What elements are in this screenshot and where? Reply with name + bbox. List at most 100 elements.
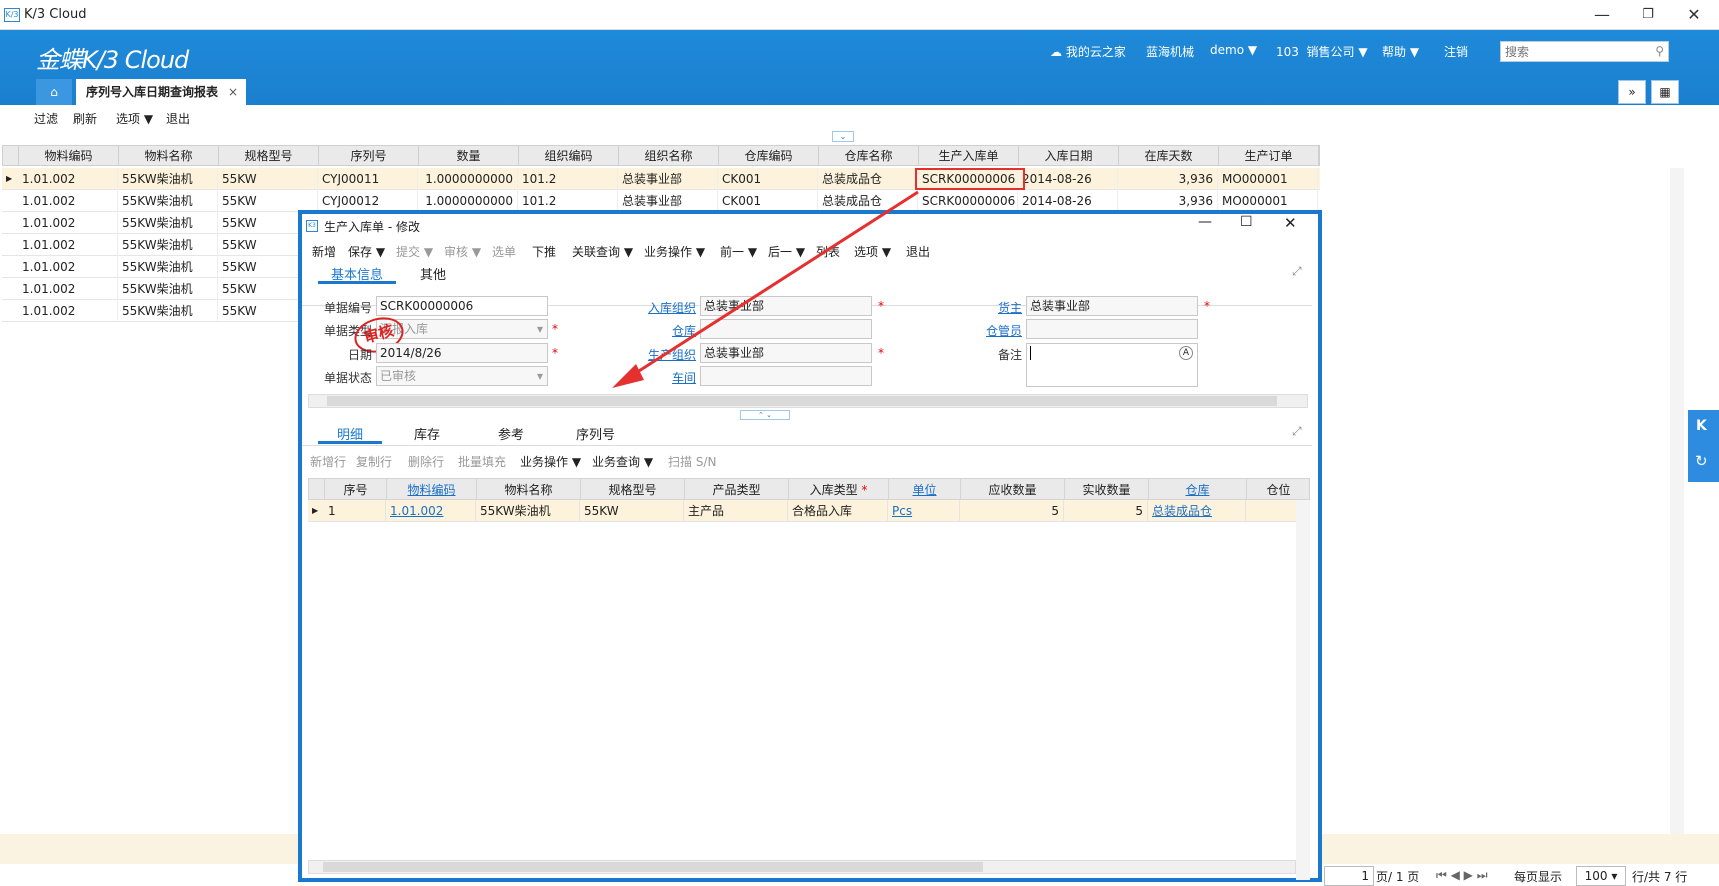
delete-row-button[interactable]: 删除行 (408, 453, 444, 470)
table-row[interactable]: ▶ 1 1.01.002 55KW柴油机 55KW 主产品 合格品入库 Pcs … (308, 500, 1296, 522)
workshop-field[interactable] (700, 366, 872, 386)
cell-material-code[interactable]: 1.01.002 (386, 500, 476, 521)
col-wh-name[interactable]: 仓库名称 (819, 146, 919, 166)
col-material-code[interactable]: 物料编码 (19, 146, 119, 166)
splitter-toggle-icon[interactable]: ⌃ ⌄ (740, 410, 790, 420)
bill-no-field[interactable]: SCRK00000006 (376, 296, 548, 316)
close-window-button[interactable]: ✕ (1670, 0, 1718, 30)
cell-warehouse[interactable]: 总装成品仓 (1148, 500, 1246, 521)
help-menu[interactable]: 帮助 ▼ (1382, 43, 1419, 60)
col-org-code[interactable]: 组织编码 (519, 146, 619, 166)
col-qty[interactable]: 数量 (419, 146, 519, 166)
per-page-select[interactable]: 100 ▾ (1576, 866, 1626, 886)
page-input[interactable]: 1 (1324, 866, 1374, 886)
dcol-unit[interactable]: 单位 (889, 479, 961, 499)
detail-expand-icon[interactable]: ⤢ (1292, 424, 1302, 439)
minimize-button[interactable]: — (1578, 0, 1626, 30)
date-field[interactable]: 2014/8/26 (376, 343, 548, 363)
note-textarea[interactable]: A (1026, 343, 1198, 387)
dialog-minimize-button[interactable]: — (1198, 214, 1212, 230)
cell-instock-type[interactable]: 合格品入库 (788, 500, 888, 521)
detail-hscroll[interactable] (308, 860, 1296, 874)
save-button[interactable]: 保存 ▼ (348, 243, 385, 260)
close-tab-icon[interactable]: × (228, 79, 238, 105)
tab-inventory[interactable]: 库存 (414, 424, 440, 443)
hscroll-thumb[interactable] (327, 396, 1277, 406)
my-cloud-link[interactable]: ☁ 我的云之家 (1050, 43, 1126, 60)
collapse-tabs-button[interactable]: » (1618, 80, 1646, 104)
tab-serial[interactable]: 序列号 (576, 424, 615, 443)
next-menu[interactable]: 后一 ▼ (768, 243, 805, 260)
page-nav-icons[interactable]: ⏮ ◀ ▶ ⏭ (1436, 868, 1488, 883)
refresh-cloud-icon[interactable]: ↻ (1695, 452, 1708, 470)
dcol-instock-type[interactable]: 入库类型 * (789, 479, 889, 499)
user-menu[interactable]: demo ▼ (1210, 43, 1257, 57)
grid-menu-button[interactable]: ▦ (1651, 80, 1679, 104)
expand-icon[interactable]: ⤢ (1292, 264, 1302, 279)
add-row-button[interactable]: 新增行 (310, 453, 346, 470)
warehouse-label[interactable]: 仓库 (632, 322, 696, 339)
status-select[interactable]: 已审核 ▾ (376, 366, 548, 386)
tab-detail[interactable]: 明细 (318, 424, 382, 444)
org-menu[interactable]: 103 销售公司 ▼ (1276, 43, 1368, 60)
tab-other[interactable]: 其他 (420, 264, 446, 283)
restore-button[interactable]: ❐ (1624, 0, 1672, 30)
logout-link[interactable]: 注销 (1444, 43, 1468, 60)
col-days[interactable]: 在库天数 (1119, 146, 1219, 166)
submit-button[interactable]: 提交 ▼ (396, 243, 433, 260)
batch-fill-button[interactable]: 批量填充 (458, 453, 506, 470)
warehouse-field[interactable] (700, 319, 872, 339)
detail-business-op-menu[interactable]: 业务操作 ▼ (520, 453, 581, 470)
table-row[interactable]: ▶ 1.01.002 55KW柴油机 55KW CYJ00011 1.0000000000… (2, 168, 1320, 190)
stock-org-label[interactable]: 入库组织 (632, 299, 696, 316)
prd-org-label[interactable]: 生产组织 (632, 346, 696, 363)
dialog-maximize-button[interactable]: ☐ (1240, 214, 1253, 230)
dcol-location[interactable]: 仓位 (1247, 479, 1309, 499)
detail-vscroll[interactable] (1296, 500, 1310, 880)
detail-business-query-menu[interactable]: 业务查询 ▼ (592, 453, 653, 470)
col-wh-code[interactable]: 仓库编码 (719, 146, 819, 166)
exit-button[interactable]: 退出 (166, 110, 190, 127)
dcol-material-name[interactable]: 物料名称 (477, 479, 581, 499)
detail-hscroll-thumb[interactable] (323, 862, 983, 872)
prd-org-field[interactable]: 总装事业部 (700, 343, 872, 363)
company-link[interactable]: 蓝海机械 (1146, 43, 1194, 60)
scan-sn-button[interactable]: 扫描 S/N (668, 453, 716, 470)
new-button[interactable]: 新增 (312, 243, 336, 260)
tab-basic-info[interactable]: 基本信息 (318, 264, 396, 284)
dcol-product-type[interactable]: 产品类型 (685, 479, 789, 499)
copy-row-button[interactable]: 复制行 (356, 453, 392, 470)
search-input[interactable] (1501, 42, 1641, 61)
col-instock-date[interactable]: 入库日期 (1019, 146, 1119, 166)
table-row[interactable]: 1.01.002 55KW柴油机 55KW CYJ00012 1.0000000000 1… (2, 190, 1320, 212)
col-prd-instock[interactable]: 生产入库单 (919, 146, 1019, 166)
home-tab[interactable]: ⌂ (36, 79, 72, 105)
refresh-button[interactable]: 刷新 (73, 110, 97, 127)
col-material-name[interactable]: 物料名称 (119, 146, 219, 166)
stock-org-field[interactable]: 总装事业部 (700, 296, 872, 316)
push-down-button[interactable]: 下推 (532, 243, 556, 260)
collapse-toolbar-icon[interactable]: ⌄ (832, 131, 854, 142)
keeper-label[interactable]: 仓管员 (962, 322, 1022, 339)
search-icon[interactable]: ⚲ (1655, 44, 1664, 58)
related-query-menu[interactable]: 关联查询 ▼ (572, 243, 633, 260)
select-bill-button[interactable]: 选单 (492, 243, 516, 260)
cell-unit[interactable]: Pcs (888, 500, 960, 521)
dialog-options-menu[interactable]: 选项 ▼ (854, 243, 891, 260)
col-serial[interactable]: 序列号 (319, 146, 419, 166)
business-op-menu[interactable]: 业务操作 ▼ (644, 243, 705, 260)
tab-report[interactable]: 序列号入库日期查询报表 × (76, 79, 246, 105)
dcol-seq[interactable]: 序号 (325, 479, 387, 499)
list-button[interactable]: 列表 (816, 243, 840, 260)
col-prd-order[interactable]: 生产订单 (1219, 146, 1319, 166)
dcol-warehouse[interactable]: 仓库 (1149, 479, 1247, 499)
owner-label[interactable]: 货主 (962, 299, 1022, 316)
filter-button[interactable]: 过滤 (34, 110, 58, 127)
k-logo-icon[interactable]: K (1696, 418, 1707, 434)
previous-menu[interactable]: 前一 ▼ (720, 243, 757, 260)
cell-real-qty[interactable]: 5 (1064, 500, 1148, 521)
side-quick-panel[interactable]: K ↻ (1688, 410, 1719, 482)
tab-reference[interactable]: 参考 (498, 424, 524, 443)
dialog-close-button[interactable]: ✕ (1284, 214, 1297, 232)
dialog-exit-button[interactable]: 退出 (906, 243, 930, 260)
